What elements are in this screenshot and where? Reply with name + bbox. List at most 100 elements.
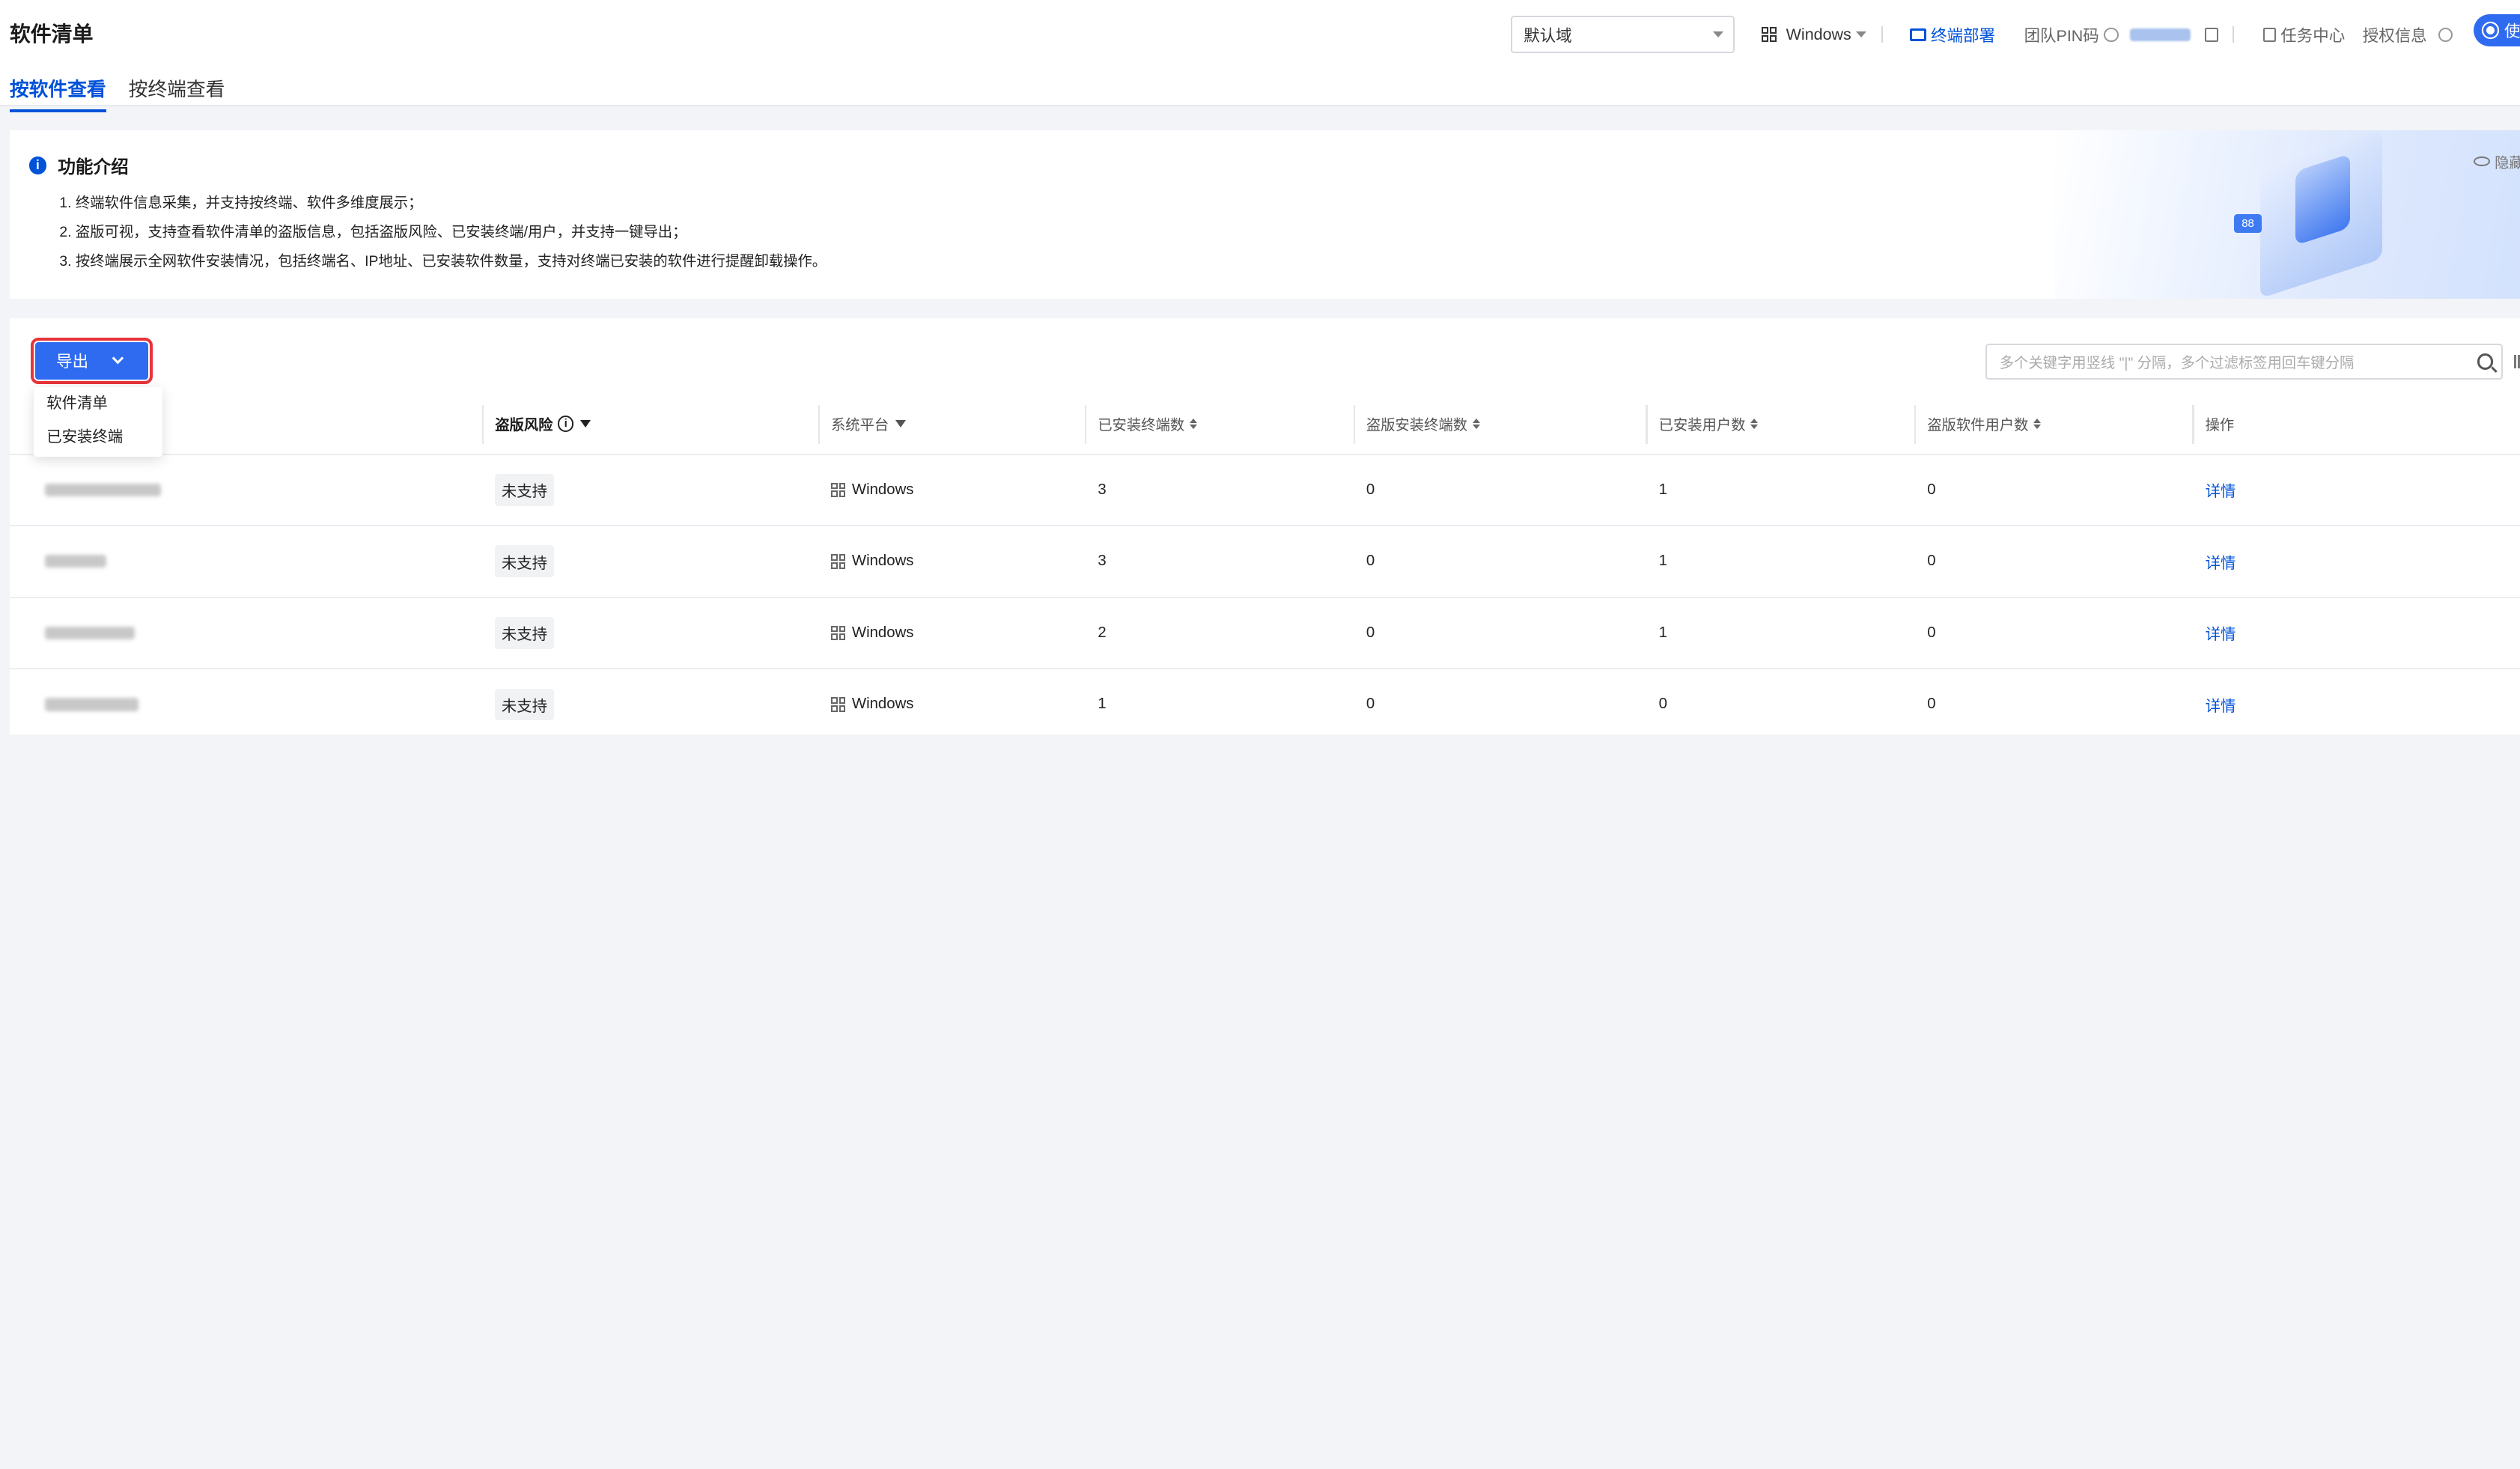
details-link[interactable]: 详情 (2206, 478, 2236, 501)
filter-icon[interactable] (579, 419, 591, 428)
task-icon (2262, 27, 2276, 42)
pirated-users-cell: 0 (1927, 696, 1936, 713)
windows-icon (830, 554, 846, 569)
export-menu: 软件清单 已安装终端 (34, 387, 162, 457)
domain-select[interactable]: 默认域 (1511, 16, 1735, 53)
settings-icon[interactable] (2513, 355, 2520, 368)
auth-info-link[interactable]: 授权信息 (2363, 23, 2453, 46)
col-actions: 操作 (2192, 394, 2520, 454)
installed-terminals-cell: 1 (1098, 696, 1107, 713)
windows-icon (830, 697, 846, 712)
col-installed-terminals[interactable]: 已安装终端数 (1085, 394, 1354, 454)
pirated-terminals-cell: 0 (1366, 696, 1375, 713)
actions-cell: 详情 (2192, 669, 2520, 734)
installed-users-cell: 1 (1658, 481, 1667, 498)
tab-by-terminal[interactable]: 按终端查看 (129, 74, 225, 113)
export-menu-item-installed-terminals[interactable]: 已安装终端 (34, 421, 162, 454)
use-button[interactable]: 使 (2474, 14, 2520, 47)
info-icon[interactable] (2438, 27, 2453, 42)
installed-users-cell: 1 (1658, 553, 1667, 570)
platform-cell: Windows (818, 455, 1085, 526)
pin-value (2129, 28, 2191, 41)
risk-cell: 未支持 (482, 598, 818, 669)
installed-terminals-cell: 3 (1098, 553, 1107, 570)
software-name (10, 526, 482, 597)
details-link[interactable]: 详情 (2206, 621, 2236, 644)
pirated-terminals-cell: 0 (1366, 624, 1375, 641)
sort-icon[interactable] (1750, 419, 1758, 429)
actions-cell: 详情 (2192, 455, 2520, 526)
platform-value: Windows (851, 624, 914, 641)
task-center-link[interactable]: 任务中心 (2262, 23, 2345, 46)
intro-line: 1. 终端软件信息采集，并支持按终端、软件多维度展示； (59, 195, 423, 212)
col-installed-users[interactable]: 已安装用户数 (1646, 394, 1914, 454)
installed-users-cell: 1 (1658, 624, 1667, 641)
actions-cell: 详情 (2192, 598, 2520, 669)
chevron-down-icon (112, 353, 124, 365)
details-link[interactable]: 详情 (2206, 693, 2236, 716)
col-piracy-risk[interactable]: 盗版风险 i (482, 394, 818, 454)
search-icon[interactable] (2477, 353, 2494, 370)
pirated-terminals-cell: 0 (1366, 481, 1375, 498)
hide-intro-label: 隐藏 (2495, 155, 2520, 171)
auth-info-label: 授权信息 (2362, 26, 2427, 45)
info-icon: i (28, 156, 47, 174)
sort-icon[interactable] (1472, 419, 1480, 429)
col-label: 已安装终端数 (1098, 417, 1185, 434)
divider (1881, 26, 1883, 43)
illustration-tag: 88 (2234, 213, 2262, 234)
os-select[interactable]: Windows (1762, 25, 1867, 44)
risk-badge: 未支持 (495, 545, 554, 578)
table-row: 未支持 Windows 3 0 1 0 详情 (9, 455, 2520, 527)
info-icon[interactable] (2104, 27, 2119, 42)
risk-cell: 未支持 (482, 669, 818, 734)
software-list-card: 导出 软件清单 已安装终端 多个关键字用竖线 "|" 分隔，多个过滤标签用回车键… (9, 318, 2520, 735)
intro-line: 3. 按终端展示全网软件安装情况，包括终端名、IP地址、已安装软件数量，支持对终… (59, 253, 827, 270)
col-platform[interactable]: 系统平台 (818, 394, 1085, 454)
domain-select-value: 默认域 (1524, 26, 1572, 45)
platform-value: Windows (851, 696, 914, 713)
intro-lines: 1. 终端软件信息采集，并支持按终端、软件多维度展示； 2. 盗版可视，支持查看… (59, 189, 827, 276)
intro-panel: 88 i 功能介绍 1. 终端软件信息采集，并支持按终端、软件多维度展示； 2.… (9, 130, 2520, 299)
tab-by-software[interactable]: 按软件查看 (9, 74, 106, 113)
page-title: 软件清单 (9, 22, 94, 46)
export-button[interactable]: 导出 (31, 338, 153, 384)
sort-icon[interactable] (2033, 419, 2041, 429)
search-input[interactable]: 多个关键字用竖线 "|" 分隔，多个过滤标签用回车键分隔 (1985, 344, 2503, 380)
risk-cell: 未支持 (482, 526, 818, 597)
pirated-users-cell: 0 (1927, 624, 1936, 641)
table-row: 未支持 Windows 3 0 1 0 详情 (9, 526, 2520, 598)
pin-label: 团队PIN码 (2024, 26, 2099, 45)
installed-users-cell: 0 (1658, 696, 1667, 713)
app-root: 软件清单 按软件查看 按终端查看 默认域 Windows 终端部署 团队PIN码 (0, 0, 2520, 735)
details-link[interactable]: 详情 (2206, 550, 2236, 573)
table-header: 盗版风险 i 系统平台 已安装终端数 盗版安装终端数 已安装用户数 盗版软件用户… (9, 394, 2520, 455)
col-pirated-users[interactable]: 盗版软件用户数 (1914, 394, 2192, 454)
table-row: 未支持 Windows 1 0 0 0 详情 (10, 669, 2520, 734)
copy-icon[interactable] (2205, 27, 2218, 42)
col-label: 盗版风险 (495, 417, 553, 434)
platform-value: Windows (851, 553, 914, 570)
col-label: 盗版安装终端数 (1366, 417, 1468, 434)
risk-badge: 未支持 (495, 616, 554, 649)
col-pirated-terminals[interactable]: 盗版安装终端数 (1353, 394, 1646, 454)
deploy-link[interactable]: 终端部署 (1910, 23, 1995, 46)
filter-icon[interactable] (895, 419, 906, 428)
pirated-terminals-cell: 0 (1366, 553, 1375, 570)
platform-cell: Windows (818, 598, 1085, 669)
software-name (10, 455, 482, 526)
installed-terminals-cell: 2 (1098, 624, 1107, 641)
info-icon[interactable]: i (557, 416, 574, 432)
pirated-users-cell: 0 (1927, 553, 1936, 570)
installed-terminals-cell: 3 (1098, 481, 1107, 498)
table-row: 未支持 Windows 2 0 1 0 详情 (9, 598, 2520, 670)
page-header: 软件清单 按软件查看 按终端查看 默认域 Windows 终端部署 团队PIN码 (0, 0, 2520, 113)
platform-cell: Windows (818, 526, 1085, 597)
export-label: 导出 (56, 353, 89, 371)
sort-icon[interactable] (1189, 419, 1197, 429)
search-placeholder: 多个关键字用竖线 "|" 分隔，多个过滤标签用回车键分隔 (1999, 356, 2355, 372)
hide-intro-button[interactable]: 隐藏 (2474, 151, 2520, 172)
platform-value: Windows (851, 481, 914, 498)
export-menu-item-software-list[interactable]: 软件清单 (34, 387, 162, 421)
col-label: 操作 (2205, 417, 2235, 434)
